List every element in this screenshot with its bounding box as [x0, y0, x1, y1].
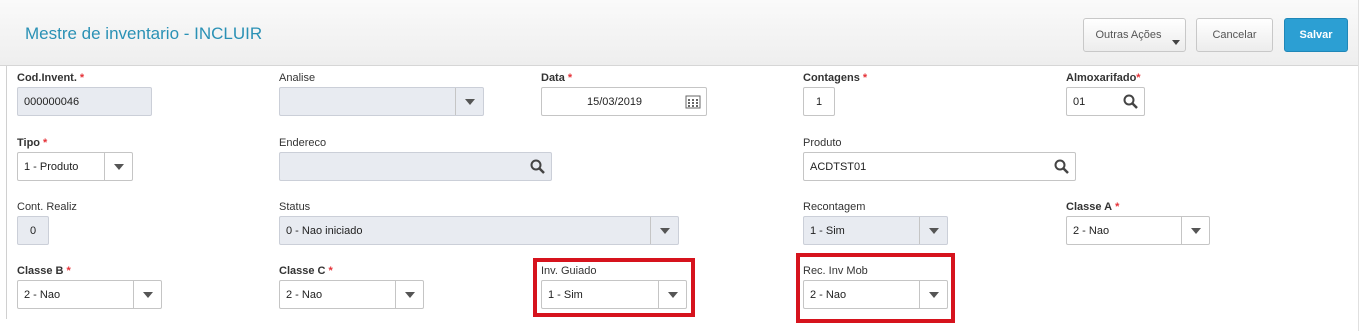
- chevron-down-icon[interactable]: [395, 281, 423, 308]
- data-label: Data *: [541, 72, 573, 84]
- rec-inv-mob-value: 2 - Nao: [810, 289, 847, 301]
- cancel-button[interactable]: Cancelar: [1196, 18, 1273, 52]
- contagens-value: 1: [815, 96, 823, 108]
- inv-guiado-select[interactable]: 1 - Sim: [541, 280, 687, 309]
- produto-label: Produto: [803, 137, 842, 149]
- status-select[interactable]: 0 - Nao iniciado: [279, 216, 679, 245]
- contagens-label: Contagens *: [803, 72, 868, 84]
- chevron-down-icon[interactable]: [919, 281, 947, 308]
- search-icon[interactable]: [529, 158, 547, 176]
- analise-label: Analise: [279, 72, 316, 84]
- endereco-field[interactable]: [279, 152, 552, 181]
- data-field[interactable]: 15/03/2019: [541, 87, 707, 116]
- search-icon[interactable]: [1122, 93, 1140, 111]
- scrollbar[interactable]: [1358, 0, 1364, 331]
- classe-c-value: 2 - Nao: [286, 289, 323, 301]
- chevron-down-icon: [1172, 40, 1180, 45]
- page-header: Mestre de inventario - INCLUIR Outras Aç…: [0, 0, 1364, 66]
- chevron-down-icon[interactable]: [658, 281, 686, 308]
- rec-inv-mob-select[interactable]: 2 - Nao: [803, 280, 948, 309]
- produto-field[interactable]: ACDTST01: [803, 152, 1076, 181]
- chevron-down-icon[interactable]: [650, 217, 678, 244]
- calendar-icon[interactable]: [684, 93, 702, 111]
- save-button[interactable]: Salvar: [1284, 18, 1348, 52]
- chevron-down-icon[interactable]: [455, 88, 483, 115]
- cod-invent-field[interactable]: 000000046: [17, 87, 152, 116]
- analise-select[interactable]: [279, 87, 484, 116]
- inv-guiado-value: 1 - Sim: [548, 289, 583, 301]
- tipo-select[interactable]: 1 - Produto: [17, 152, 133, 181]
- produto-value: ACDTST01: [810, 161, 867, 173]
- recontagem-value: 1 - Sim: [810, 225, 845, 237]
- classe-c-label: Classe C *: [279, 265, 333, 277]
- cont-realiz-value: 0: [29, 225, 37, 237]
- cod-invent-label: Cod.Invent. *: [17, 72, 85, 84]
- chevron-down-icon[interactable]: [1181, 217, 1209, 244]
- classe-b-select[interactable]: 2 - Nao: [17, 280, 162, 309]
- contagens-field[interactable]: 1: [803, 87, 835, 116]
- data-value: 15/03/2019: [587, 96, 643, 108]
- status-label: Status: [279, 201, 311, 213]
- recontagem-label: Recontagem: [803, 201, 866, 213]
- outras-acoes-label: Outras Ações: [1095, 29, 1162, 41]
- chevron-down-icon[interactable]: [919, 217, 947, 244]
- classe-a-select[interactable]: 2 - Nao: [1066, 216, 1210, 245]
- almoxarifado-field[interactable]: 01: [1066, 87, 1145, 116]
- classe-b-label: Classe B *: [17, 265, 71, 277]
- cancel-label: Cancelar: [1212, 29, 1257, 41]
- chevron-down-icon[interactable]: [104, 153, 132, 180]
- cod-invent-value: 000000046: [24, 96, 80, 108]
- classe-a-label: Classe A *: [1066, 201, 1120, 213]
- classe-b-value: 2 - Nao: [24, 289, 61, 301]
- outras-acoes-button[interactable]: Outras Ações: [1083, 18, 1186, 52]
- classe-c-select[interactable]: 2 - Nao: [279, 280, 424, 309]
- rec-inv-mob-label: Rec. Inv Mob: [803, 265, 868, 277]
- almoxarifado-label: Almoxarifado*: [1066, 72, 1141, 84]
- cont-realiz-field[interactable]: 0: [17, 216, 49, 245]
- search-icon[interactable]: [1053, 158, 1071, 176]
- inv-guiado-label: Inv. Guiado: [541, 265, 597, 277]
- recontagem-select[interactable]: 1 - Sim: [803, 216, 948, 245]
- almoxarifado-value: 01: [1073, 96, 1086, 108]
- cont-realiz-label: Cont. Realiz: [17, 201, 77, 213]
- chevron-down-icon[interactable]: [133, 281, 161, 308]
- endereco-label: Endereco: [279, 137, 327, 149]
- classe-a-value: 2 - Nao: [1073, 225, 1110, 237]
- tipo-value: 1 - Produto: [24, 161, 79, 173]
- save-label: Salvar: [1299, 29, 1333, 41]
- page-title: Mestre de inventario - INCLUIR: [25, 24, 263, 43]
- status-value: 0 - Nao iniciado: [286, 225, 363, 237]
- tipo-label: Tipo *: [17, 137, 48, 149]
